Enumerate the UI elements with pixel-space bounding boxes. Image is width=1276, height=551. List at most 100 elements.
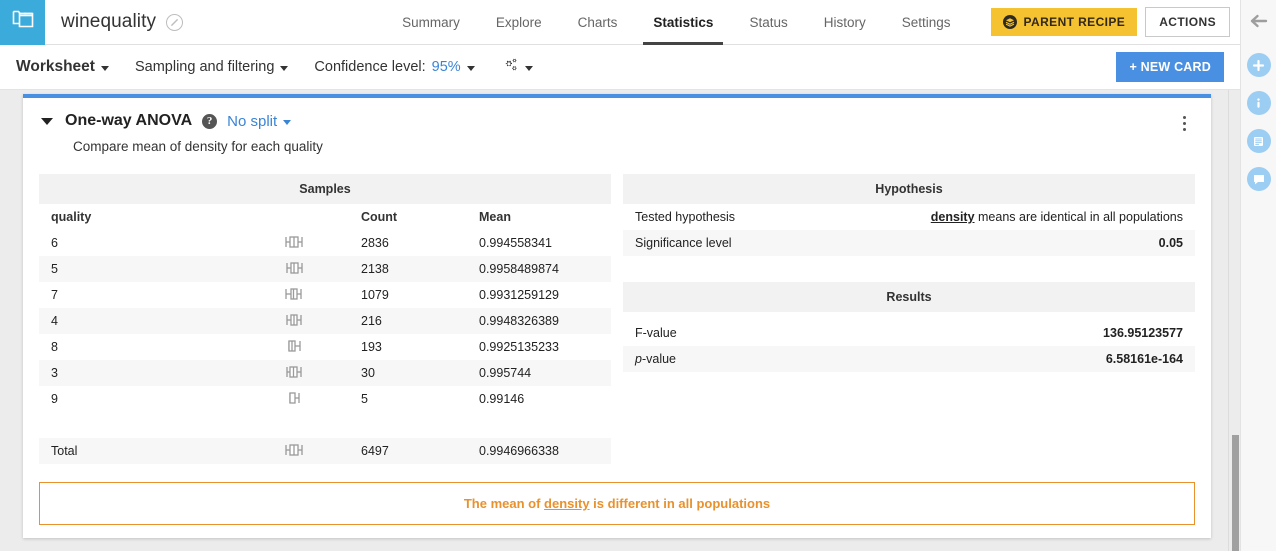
p-value-row: p-value 6.58161e-164: [623, 346, 1195, 372]
samples-table: quality Count Mean 6 2836 0.994558341 5: [39, 204, 611, 464]
results-section-title: Results: [623, 282, 1195, 312]
table-total-row: Total 6497 0.9946966338: [39, 438, 611, 464]
cell-quality: 6: [51, 236, 58, 250]
tab-label: History: [823, 14, 866, 30]
cell-quality: 3: [51, 366, 58, 380]
boxplot-icon: [239, 334, 349, 360]
info-icon[interactable]: [1246, 91, 1271, 115]
new-card-button[interactable]: + NEW CARD: [1116, 52, 1224, 82]
top-header: winequality Summary Explore Charts Stati…: [0, 0, 1240, 45]
cell-mean: 0.9948326389: [479, 314, 559, 328]
scrollbar-thumb[interactable]: [1232, 435, 1239, 551]
cell-mean: 0.9931259129: [479, 288, 559, 302]
tab-charts[interactable]: Charts: [560, 0, 636, 45]
back-arrow-icon[interactable]: [1249, 12, 1269, 35]
table-row[interactable]: 7 1079 0.9931259129: [39, 282, 611, 308]
card-title: One-way ANOVA: [65, 112, 193, 129]
table-row[interactable]: 4 216 0.9948326389: [39, 308, 611, 334]
cell-mean: 0.995744: [479, 366, 532, 380]
table-row[interactable]: 6 2836 0.994558341: [39, 230, 611, 256]
col-quality: quality: [51, 210, 92, 224]
confidence-label: Confidence level:: [314, 59, 426, 75]
p-value: 6.58161e-164: [844, 346, 1195, 372]
worksheet-toolbar: Worksheet Sampling and filtering Confide…: [0, 45, 1240, 90]
table-row[interactable]: 8 193 0.9925135233: [39, 334, 611, 360]
worksheet-dropdown[interactable]: Worksheet: [16, 58, 109, 76]
tab-label: Summary: [402, 14, 460, 30]
sampling-filtering-dropdown[interactable]: Sampling and filtering: [134, 59, 289, 75]
cell-mean: 0.99146: [479, 392, 525, 406]
cell-quality: 4: [51, 314, 58, 328]
boxplot-icon: [239, 308, 349, 334]
tab-summary[interactable]: Summary: [384, 0, 478, 45]
worksheet-content: One-way ANOVA ? No split Compare mean of…: [0, 90, 1240, 551]
sampling-label: Sampling and filtering: [134, 59, 275, 75]
anova-card: One-way ANOVA ? No split Compare mean of…: [23, 94, 1211, 538]
results-table: F-value 136.95123577 p-value 6.58161e-16…: [623, 312, 1195, 372]
cell-count: 193: [361, 340, 382, 354]
page-title: winequality: [61, 11, 157, 32]
circle-slash-icon: [166, 13, 184, 31]
cell-count: 30: [361, 366, 375, 380]
p-value-label: p-value: [623, 346, 845, 372]
tab-statistics[interactable]: Statistics: [635, 0, 731, 45]
split-dropdown[interactable]: No split: [227, 113, 292, 130]
tab-label: Charts: [577, 14, 618, 30]
tab-label: Statistics: [653, 14, 714, 30]
parent-recipe-label: PARENT RECIPE: [1023, 15, 1126, 29]
chevron-down-icon[interactable]: [41, 117, 53, 125]
layers-icon: [1002, 15, 1017, 29]
confidence-level-dropdown[interactable]: Confidence level: 95%: [314, 59, 475, 75]
header-action-buttons: PARENT RECIPE ACTIONS: [990, 7, 1230, 37]
boxplot-icon: [239, 230, 349, 256]
main-nav-tabs: Summary Explore Charts Statistics Status…: [384, 0, 968, 45]
chevron-down-icon: [100, 65, 109, 71]
tab-history[interactable]: History: [806, 0, 884, 45]
cell-quality: 7: [51, 288, 58, 302]
content-scrollbar[interactable]: [1228, 90, 1240, 551]
card-header: One-way ANOVA ? No split Compare mean of…: [23, 98, 1211, 154]
parent-recipe-button[interactable]: PARENT RECIPE: [990, 8, 1138, 36]
folder-stack-icon: [11, 9, 35, 35]
card-subtitle: Compare mean of density for each quality: [73, 139, 323, 154]
cell-count: 1079: [361, 288, 389, 302]
table-spacer-row: [623, 312, 1195, 320]
tab-label: Settings: [901, 14, 951, 30]
conclusion-banner: The mean of density is different in all …: [39, 482, 1195, 525]
cell-mean: 0.994558341: [479, 236, 552, 250]
tested-hypothesis-label: Tested hypothesis: [635, 210, 736, 224]
table-spacer-row: [623, 256, 1195, 282]
details-list-icon[interactable]: [1246, 129, 1271, 153]
tested-hypothesis-row: Tested hypothesis density means are iden…: [623, 204, 1195, 230]
tab-label: Status: [749, 14, 788, 30]
samples-section-title: Samples: [39, 174, 611, 204]
settings-gear-dropdown[interactable]: [501, 57, 533, 77]
table-row[interactable]: 9 5 0.99146: [39, 386, 611, 412]
app-logo[interactable]: [0, 0, 45, 45]
table-row[interactable]: 3 30 0.995744: [39, 360, 611, 386]
question-mark-icon[interactable]: ?: [202, 113, 218, 129]
tab-settings[interactable]: Settings: [884, 0, 969, 45]
chat-bubble-icon[interactable]: [1246, 167, 1271, 191]
chevron-down-icon: [283, 119, 292, 125]
chevron-down-icon: [466, 65, 475, 71]
hypothesis-section-title: Hypothesis: [623, 174, 1195, 204]
tab-explore[interactable]: Explore: [478, 0, 560, 45]
samples-panel: Samples quality Count Mean 6 2836 0.9945…: [39, 174, 611, 464]
cell-count: 5: [361, 392, 368, 406]
cell-mean: 0.9958489874: [479, 262, 559, 276]
hypothesis-results-panel: Hypothesis Tested hypothesis density mea…: [623, 174, 1195, 464]
col-plot: [239, 204, 349, 230]
f-value-row: F-value 136.95123577: [623, 320, 1195, 346]
boxplot-icon: [239, 438, 349, 464]
kebab-menu-icon[interactable]: [1175, 112, 1193, 134]
actions-button[interactable]: ACTIONS: [1145, 7, 1230, 37]
plus-icon[interactable]: [1246, 53, 1271, 77]
boxplot-icon: [239, 282, 349, 308]
cell-quality: 8: [51, 340, 58, 354]
table-row[interactable]: 5 2138 0.9958489874: [39, 256, 611, 282]
boxplot-icon: [239, 360, 349, 386]
conclusion-suffix: is different in all populations: [589, 496, 771, 511]
confidence-value: 95%: [431, 59, 461, 75]
tab-status[interactable]: Status: [731, 0, 805, 45]
